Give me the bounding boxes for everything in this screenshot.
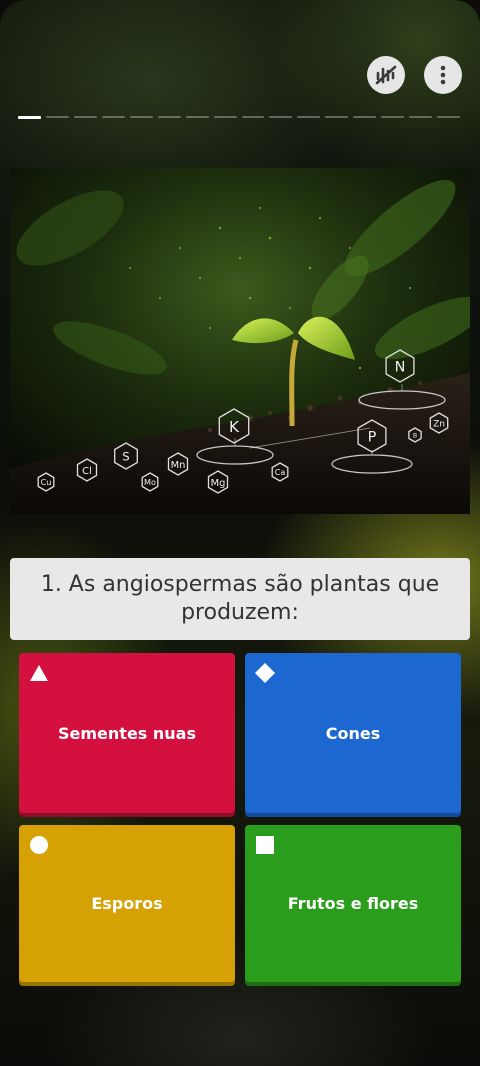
progress-segment [381, 116, 405, 118]
question-text: 1. As angiospermas são plantas que produ… [10, 558, 470, 640]
progress-segment [185, 116, 209, 118]
progress-segment [269, 116, 293, 118]
square-icon [256, 836, 274, 854]
progress-segment [45, 116, 69, 118]
progress-segment [129, 116, 153, 118]
question-image: N K P S Cl Cu Mn Mo Mg Ca B Zn [10, 168, 470, 514]
nutrient-label: S [122, 450, 129, 464]
sound-toggle-button[interactable] [367, 56, 405, 94]
progress-segment [409, 116, 433, 118]
nutrient-label: Mn [171, 460, 186, 471]
nutrient-label: K [229, 418, 240, 436]
progress-segment [437, 116, 460, 118]
answer-label: Esporos [91, 894, 163, 913]
answer-option-4[interactable]: Frutos e flores [245, 825, 461, 982]
answer-option-2[interactable]: Cones [245, 653, 461, 813]
nutrient-label: Ca [275, 467, 286, 477]
answer-label: Sementes nuas [58, 723, 196, 743]
nutrient-label: Mg [211, 478, 226, 489]
nutrient-label: Cl [82, 466, 92, 477]
progress-segment [213, 116, 237, 118]
answer-label: Cones [325, 723, 381, 743]
progress-segment [157, 116, 181, 118]
progress-segment [297, 116, 321, 118]
sound-waves-muted-icon [375, 65, 397, 85]
more-options-button[interactable] [424, 56, 462, 94]
nutrient-label: Zn [433, 420, 445, 430]
quiz-screen: N K P S Cl Cu Mn Mo Mg Ca B Zn 1. As angiospermas s… [0, 0, 480, 1066]
nutrient-label: Cu [41, 477, 52, 487]
more-vertical-icon [440, 65, 446, 85]
nutrient-label: B [413, 432, 417, 439]
progress-segment [241, 116, 265, 118]
progress-segment [101, 116, 125, 118]
nutrient-label: Mo [144, 477, 156, 487]
circle-icon [30, 836, 48, 854]
progress-segment [325, 116, 349, 118]
diamond-icon [255, 663, 275, 683]
nutrient-label: P [368, 430, 377, 446]
question-progress [18, 116, 460, 119]
nutrient-label: N [395, 360, 406, 376]
progress-segment [353, 116, 377, 118]
answer-option-3[interactable]: Esporos [19, 825, 235, 982]
progress-segment [18, 116, 41, 119]
answer-label: Frutos e flores [287, 894, 419, 913]
triangle-icon [30, 665, 48, 681]
seedling-nutrients-image: N K P S Cl Cu Mn Mo Mg Ca B Zn [10, 168, 470, 514]
answer-option-1[interactable]: Sementes nuas [19, 653, 235, 813]
progress-segment [73, 116, 97, 118]
